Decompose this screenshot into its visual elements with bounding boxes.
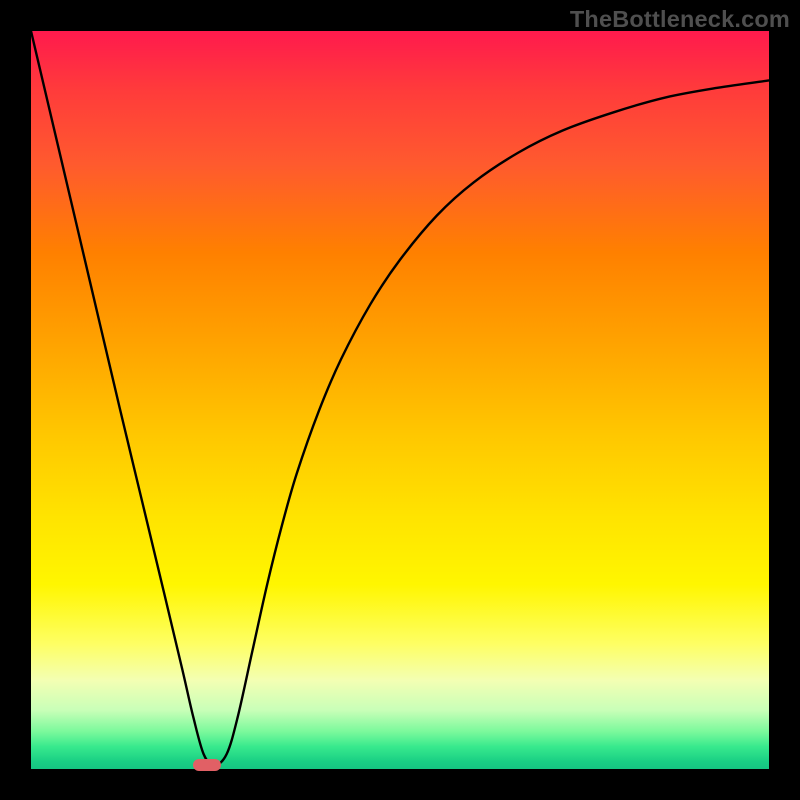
minimum-marker bbox=[193, 759, 221, 771]
bottleneck-curve bbox=[31, 31, 769, 769]
chart-frame: TheBottleneck.com bbox=[0, 0, 800, 800]
plot-area bbox=[31, 31, 769, 769]
watermark-text: TheBottleneck.com bbox=[570, 6, 790, 33]
